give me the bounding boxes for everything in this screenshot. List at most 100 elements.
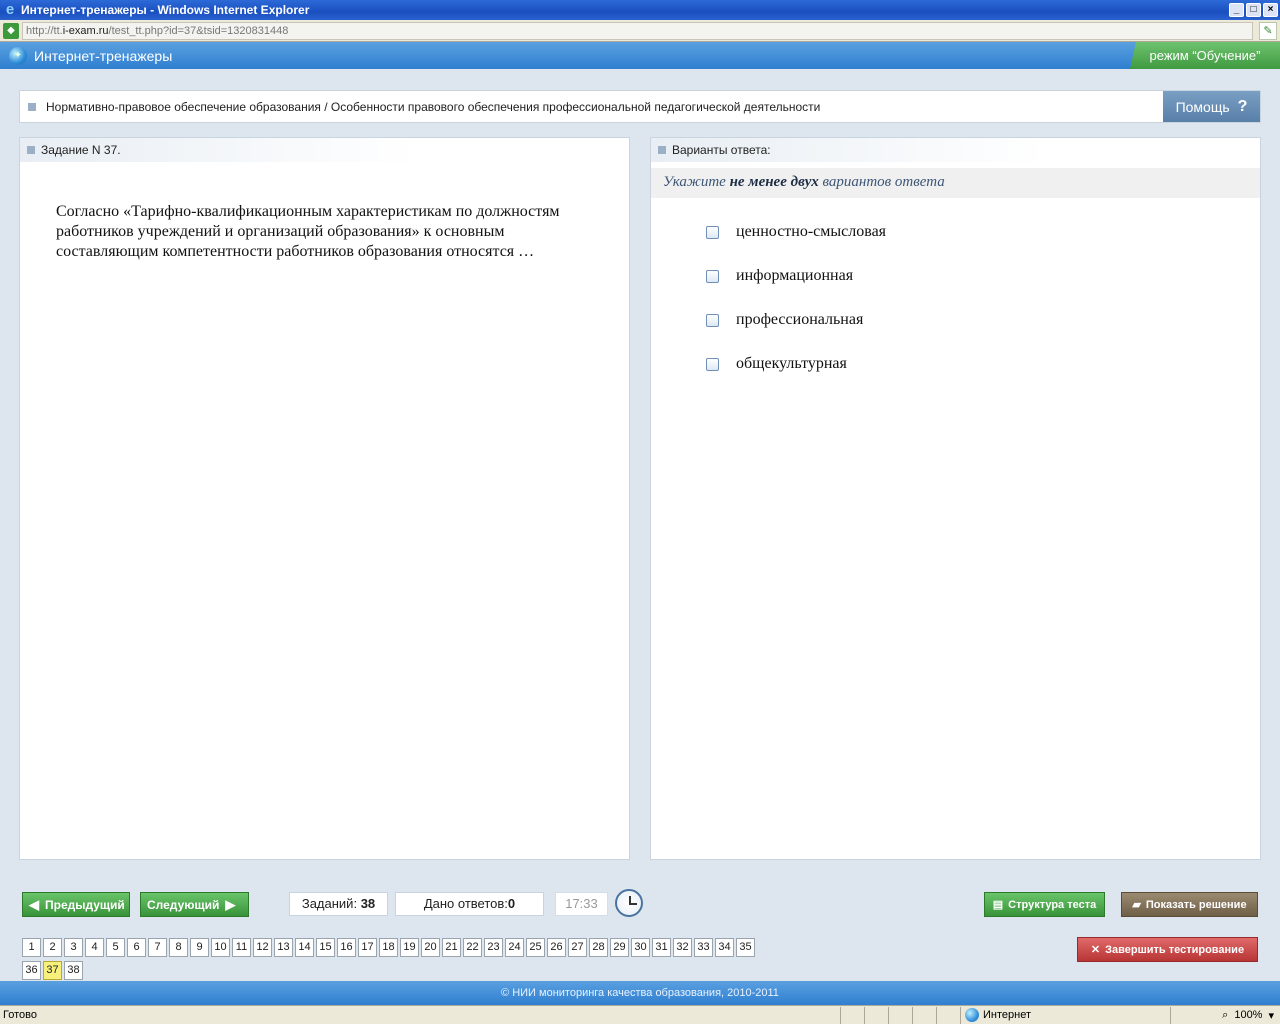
task-header: Задание N 37. — [20, 138, 629, 162]
window-title-bar: e Интернет-тренажеры - Windows Internet … — [0, 0, 1280, 20]
help-button[interactable]: Помощь ? — [1163, 91, 1260, 122]
page-number[interactable]: 1 — [22, 938, 41, 957]
test-structure-button[interactable]: ▤ Структура теста — [984, 892, 1105, 917]
list-icon: ▤ — [992, 899, 1004, 911]
page-number[interactable]: 15 — [316, 938, 335, 957]
page-number[interactable]: 35 — [736, 938, 755, 957]
page-number[interactable]: 16 — [337, 938, 356, 957]
checkbox[interactable] — [706, 357, 719, 371]
status-bar: Готово Интернет ⌕ 100% ▾ — [0, 1005, 1280, 1024]
solution-label: Показать решение — [1145, 898, 1247, 911]
show-solution-button[interactable]: ▰ Показать решение — [1121, 892, 1258, 917]
page-number[interactable]: 8 — [169, 938, 188, 957]
close-button[interactable]: × — [1263, 3, 1278, 17]
answer-option[interactable]: профессиональная — [651, 298, 1260, 342]
page-number[interactable]: 27 — [568, 938, 587, 957]
page-number[interactable]: 17 — [358, 938, 377, 957]
page-number[interactable]: 5 — [106, 938, 125, 957]
clock-icon — [615, 889, 643, 917]
page-number[interactable]: 12 — [253, 938, 272, 957]
answers-label: Дано ответов: — [423, 896, 508, 911]
compatibility-icon[interactable]: ✎ — [1259, 21, 1277, 40]
hint-before: Укажите — [663, 174, 726, 190]
question-text: Согласно «Тарифно-квалификационным харак… — [56, 203, 560, 260]
address-bar: ◆ http://tt.i-exam.ru/test_tt.php?id=37&… — [0, 20, 1280, 42]
status-cell — [936, 1006, 960, 1024]
arrow-left-icon: ◀ — [29, 896, 39, 912]
footer: © НИИ мониторинга качества образования, … — [0, 981, 1280, 1005]
page-number[interactable]: 33 — [694, 938, 713, 957]
globe-icon: ✦ — [9, 46, 27, 65]
page-number[interactable]: 9 — [190, 938, 209, 957]
page-number[interactable]: 7 — [148, 938, 167, 957]
page-number[interactable]: 36 — [22, 961, 41, 980]
status-cell — [864, 1006, 888, 1024]
answers-header: Варианты ответа: — [651, 138, 1260, 162]
ie-logo-icon: e — [5, 1, 15, 18]
checkbox[interactable] — [706, 269, 719, 283]
answer-option[interactable]: информационная — [651, 254, 1260, 298]
page-number[interactable]: 25 — [526, 938, 545, 957]
chevron-down-icon: ▾ — [1268, 1009, 1274, 1022]
page-icon: ◆ — [3, 22, 19, 39]
app-name: Интернет-тренажеры — [34, 47, 173, 64]
page-number[interactable]: 18 — [379, 938, 398, 957]
page-number[interactable]: 19 — [400, 938, 419, 957]
answers-panel: Варианты ответа: Укажите не менее двух в… — [650, 137, 1261, 860]
minimize-button[interactable]: _ — [1229, 3, 1244, 17]
page-number[interactable]: 14 — [295, 938, 314, 957]
answer-option[interactable]: общекультурная — [651, 342, 1260, 386]
answers-count: Дано ответов:0 — [395, 892, 544, 916]
hint-after: вариантов ответа — [822, 174, 945, 190]
checkbox[interactable] — [706, 313, 719, 327]
arrow-right-icon: ▶ — [225, 896, 236, 912]
page-number[interactable]: 26 — [547, 938, 566, 957]
url-prefix: http://tt. — [26, 24, 63, 37]
page-number[interactable]: 23 — [484, 938, 503, 957]
page-number[interactable]: 24 — [505, 938, 524, 957]
maximize-button[interactable]: □ — [1246, 3, 1261, 17]
answer-hint: Укажите не менее двух вариантов ответа — [651, 168, 1260, 198]
book-icon: ▰ — [1132, 899, 1141, 911]
url-field[interactable]: http://tt.i-exam.ru/test_tt.php?id=37&ts… — [22, 21, 1253, 40]
mode-badge: режим “Обучение” — [1130, 42, 1280, 69]
page-number[interactable]: 13 — [274, 938, 293, 957]
answer-option[interactable]: ценностно-смысловая — [651, 210, 1260, 254]
page-number[interactable]: 29 — [610, 938, 629, 957]
page-number[interactable]: 2 — [43, 938, 62, 957]
next-button[interactable]: Следующий ▶ — [140, 892, 249, 917]
help-label: Помощь — [1175, 98, 1230, 115]
previous-button[interactable]: ◀ Предыдущий — [22, 892, 130, 917]
bullet-icon — [658, 146, 666, 154]
option-label: информационная — [736, 267, 854, 284]
bullet-icon — [27, 146, 35, 154]
finish-test-button[interactable]: ✕ Завершить тестирование — [1077, 937, 1258, 962]
question-icon: ? — [1237, 97, 1248, 115]
page-number[interactable]: 30 — [631, 938, 650, 957]
page-number[interactable]: 38 — [64, 961, 83, 980]
window-controls: _ □ × — [1229, 3, 1278, 17]
previous-label: Предыдущий — [45, 897, 125, 912]
zoom-icon: ⌕ — [1222, 1008, 1229, 1021]
page-number[interactable]: 22 — [463, 938, 482, 957]
security-zone[interactable]: Интернет — [960, 1006, 1170, 1024]
page-number[interactable]: 34 — [715, 938, 734, 957]
breadcrumb-text: Нормативно-правовое обеспечение образова… — [46, 99, 821, 114]
option-label: профессиональная — [736, 311, 864, 328]
zoom-control[interactable]: ⌕ 100% ▾ — [1170, 1006, 1280, 1024]
checkbox[interactable] — [706, 225, 719, 239]
page-number[interactable]: 10 — [211, 938, 230, 957]
page-number[interactable]: 6 — [127, 938, 146, 957]
page-number[interactable]: 31 — [652, 938, 671, 957]
page-number[interactable]: 4 — [85, 938, 104, 957]
page-number[interactable]: 28 — [589, 938, 608, 957]
hint-emphasis: не менее двух — [729, 174, 819, 190]
page-number-current[interactable]: 37 — [43, 961, 62, 980]
page-number[interactable]: 20 — [421, 938, 440, 957]
page-number[interactable]: 11 — [232, 938, 251, 957]
page-number[interactable]: 3 — [64, 938, 83, 957]
page-number[interactable]: 21 — [442, 938, 461, 957]
tasks-label: Заданий: — [301, 896, 358, 911]
page-number[interactable]: 32 — [673, 938, 692, 957]
tasks-count: Заданий: 38 — [289, 892, 388, 916]
